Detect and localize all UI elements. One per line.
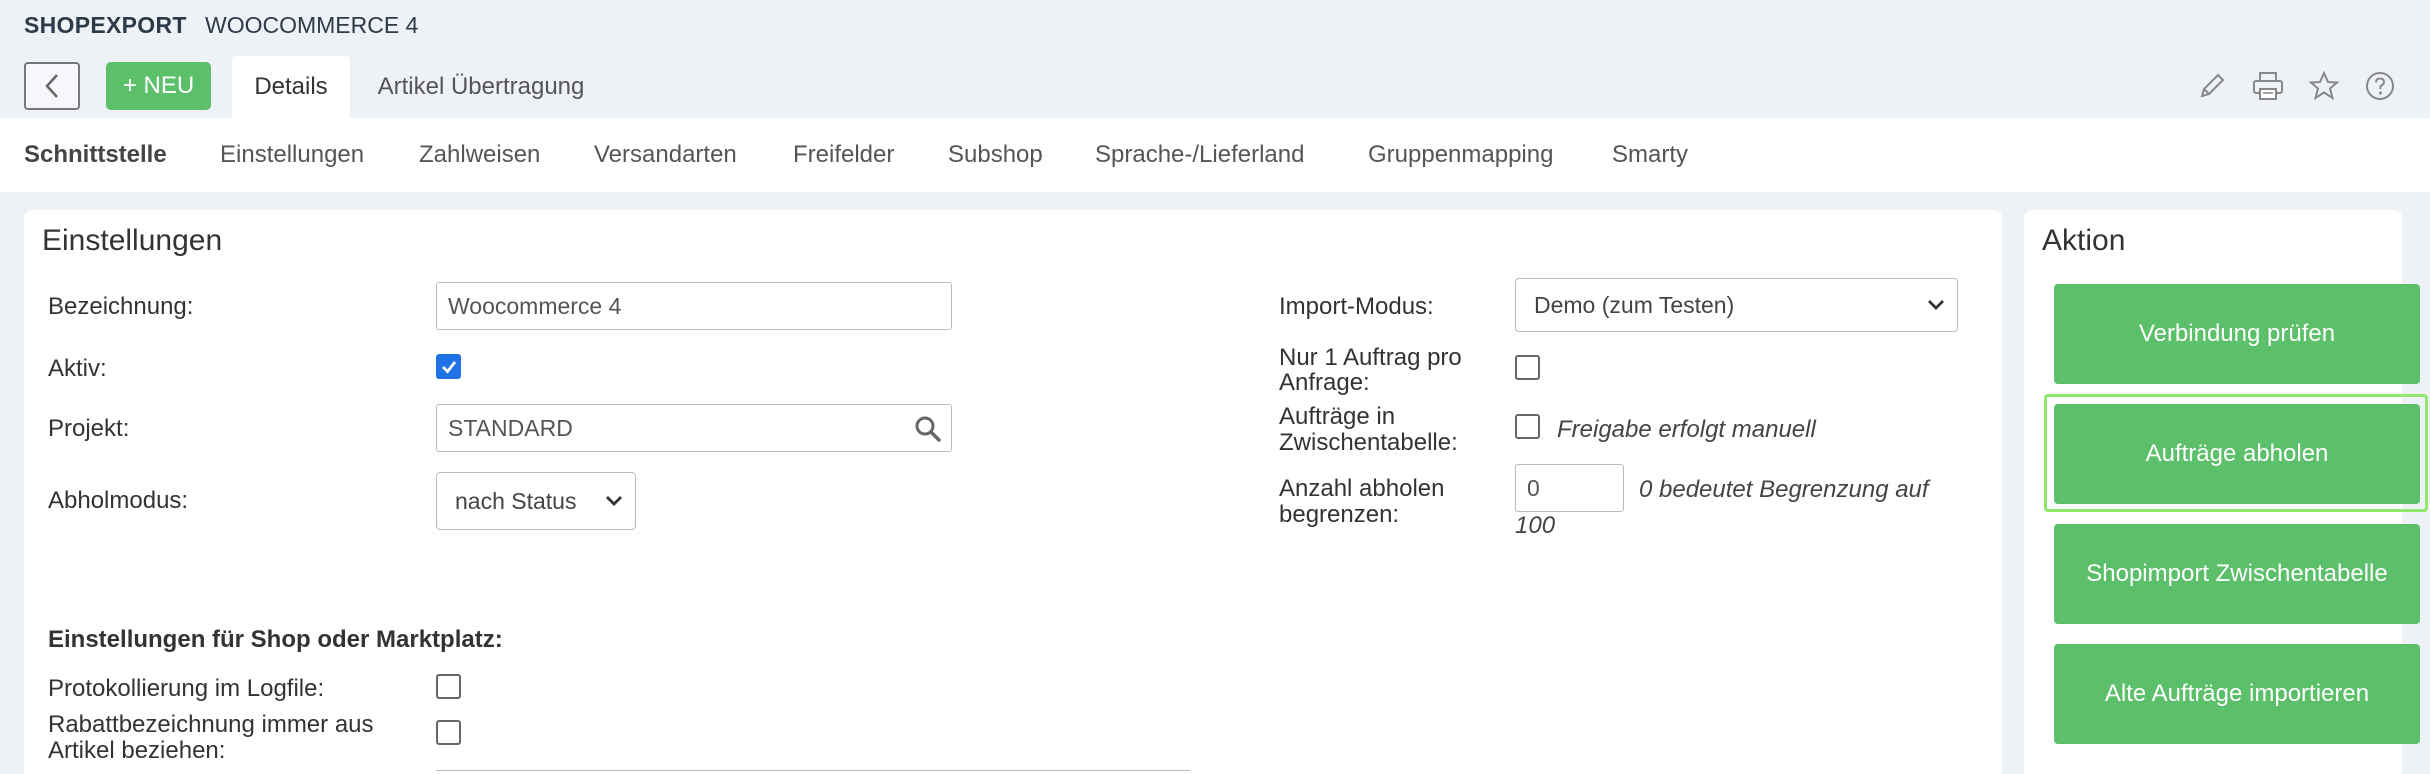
next-field-edge — [436, 770, 1190, 774]
zwischentabelle-label-line1: Aufträge in — [1279, 403, 1396, 430]
help-icon[interactable] — [2360, 66, 2400, 106]
top-bar: SHOPEXPORT WOOCOMMERCE 4 — [0, 0, 2430, 56]
abholmodus-value: nach Status — [455, 487, 577, 514]
zwischentabelle-note: Freigabe erfolgt manuell — [1557, 416, 1816, 443]
subnav-versandarten[interactable]: Versandarten — [594, 118, 737, 192]
sub-navigation: Schnittstelle Einstellungen Zahlweisen V… — [0, 118, 2430, 192]
nur-ein-auftrag-checkbox[interactable] — [1515, 355, 1540, 380]
action-title: Aktion — [2042, 224, 2126, 257]
subnav-schnittstelle[interactable]: Schnittstelle — [24, 118, 167, 192]
nur-ein-auftrag-label-line1: Nur 1 Auftrag pro — [1279, 344, 1462, 371]
aktiv-label: Aktiv: — [48, 355, 107, 382]
shopimport-zwischentabelle-button[interactable]: Shopimport Zwischentabelle — [2054, 524, 2420, 624]
bezeichnung-value: Woocommerce 4 — [448, 292, 622, 319]
toolbar: + NEU Details Artikel Übertragung — [0, 56, 2430, 118]
nur-ein-auftrag-label-line2: Anfrage: — [1279, 369, 1370, 396]
zwischentabelle-label-line2: Zwischentabelle: — [1279, 429, 1458, 456]
projekt-value: STANDARD — [448, 414, 573, 441]
anzahl-label-line2: begrenzen: — [1279, 501, 1400, 528]
subnav-gruppenmapping[interactable]: Gruppenmapping — [1368, 118, 1553, 192]
rabatt-checkbox[interactable] — [436, 720, 461, 745]
bezeichnung-label: Bezeichnung: — [48, 293, 194, 320]
checkmark-icon — [441, 360, 456, 374]
pencil-icon[interactable] — [2192, 66, 2232, 106]
verbindung-pruefen-button[interactable]: Verbindung prüfen — [2054, 284, 2420, 384]
anzahl-input[interactable]: 0 — [1515, 464, 1624, 512]
subnav-smarty[interactable]: Smarty — [1612, 118, 1688, 192]
subnav-sprache-lieferland[interactable]: Sprache-/Lieferland — [1095, 118, 1304, 192]
printer-icon[interactable] — [2248, 66, 2288, 106]
chevron-down-icon — [606, 496, 622, 506]
tab-details[interactable]: Details — [232, 56, 350, 118]
shop-section-heading: Einstellungen für Shop oder Marktplatz: — [48, 626, 503, 653]
chevron-down-icon — [1928, 300, 1944, 310]
new-button[interactable]: + NEU — [106, 62, 211, 110]
protokoll-label: Protokollierung im Logfile: — [48, 675, 325, 702]
subnav-freifelder[interactable]: Freifelder — [793, 118, 894, 192]
back-button[interactable] — [24, 62, 80, 110]
chevron-left-icon — [45, 74, 58, 98]
rabatt-label-line1: Rabattbezeichnung immer aus — [48, 711, 374, 738]
bezeichnung-input[interactable]: Woocommerce 4 — [436, 282, 952, 330]
anzahl-value: 0 — [1527, 474, 1540, 501]
auftraege-abholen-button[interactable]: Aufträge abholen — [2054, 404, 2420, 504]
abholmodus-select[interactable]: nach Status — [436, 472, 636, 530]
protokoll-checkbox[interactable] — [436, 674, 461, 699]
app-subtitle: WOOCOMMERCE 4 — [205, 12, 419, 38]
anzahl-label-line1: Anzahl abholen — [1279, 475, 1445, 502]
star-icon[interactable] — [2304, 66, 2344, 106]
projekt-input[interactable]: STANDARD — [436, 404, 952, 452]
import-modus-select[interactable]: Demo (zum Testen) — [1515, 278, 1958, 332]
alte-auftraege-importieren-button[interactable]: Alte Aufträge importieren — [2054, 644, 2420, 744]
anzahl-note-line2: 100 — [1515, 512, 1556, 539]
aktiv-checkbox[interactable] — [436, 354, 461, 379]
abholmodus-label: Abholmodus: — [48, 487, 189, 514]
tab-artikel-uebertragung[interactable]: Artikel Übertragung — [362, 56, 600, 118]
import-modus-label: Import-Modus: — [1279, 293, 1434, 320]
anzahl-note-line1: 0 bedeutet Begrenzung auf — [1639, 476, 1929, 503]
app-title: SHOPEXPORT — [24, 12, 187, 38]
import-modus-value: Demo (zum Testen) — [1534, 291, 1735, 318]
search-icon[interactable] — [914, 415, 942, 443]
subnav-zahlweisen[interactable]: Zahlweisen — [419, 118, 540, 192]
projekt-label: Projekt: — [48, 415, 130, 442]
settings-title: Einstellungen — [42, 224, 223, 257]
rabatt-label-line2: Artikel beziehen: — [48, 737, 226, 764]
zwischentabelle-checkbox[interactable] — [1515, 414, 1540, 439]
subnav-subshop[interactable]: Subshop — [948, 118, 1043, 192]
subnav-einstellungen[interactable]: Einstellungen — [220, 118, 364, 192]
